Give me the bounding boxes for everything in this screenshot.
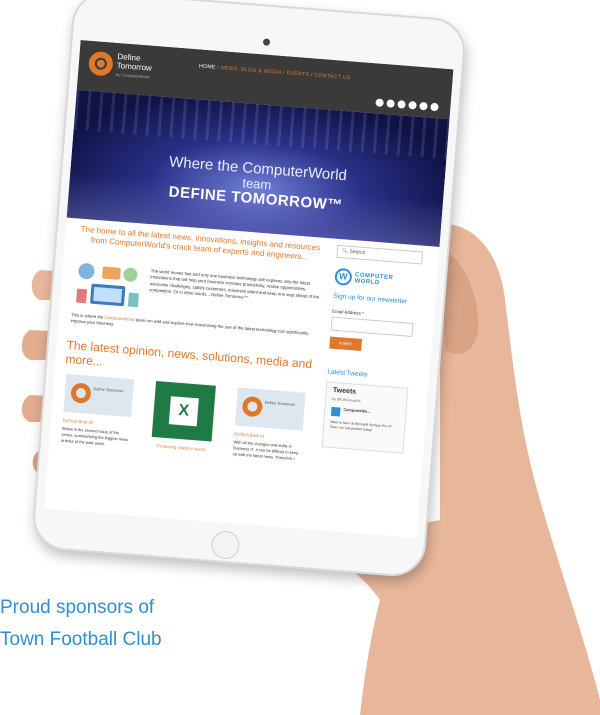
newsletter-heading: Sign up for our newsletter <box>333 292 408 306</box>
excel-icon: X <box>168 396 199 427</box>
sponsor-caption: Proud sponsors of Town Football Club <box>0 592 162 656</box>
logo-line2: Tomorrow <box>116 60 153 73</box>
social-icon[interactable] <box>419 101 428 111</box>
article-card[interactable]: Define Tomorrow DoTech Brief #1 With all… <box>232 387 306 462</box>
article-card[interactable]: Define Tomorrow DoTech Brief #2 Below is… <box>60 373 135 449</box>
search-input[interactable]: 🔍︎ Search <box>336 244 424 265</box>
submit-button[interactable]: SUBMIT <box>329 336 363 351</box>
search-icon: 🔍︎ <box>341 248 349 255</box>
caption-line1: Proud sponsors of <box>0 597 155 618</box>
twitter-widget[interactable]: Tweets by @CWGroupUK ComputerWo... Want … <box>321 380 409 454</box>
define-tomorrow-logo-icon[interactable] <box>87 50 114 77</box>
social-icon[interactable] <box>375 98 384 107</box>
caption-line2: Town Football Club <box>0 629 162 650</box>
article-card[interactable]: X Producing charts in excel <box>147 381 220 453</box>
social-icon[interactable] <box>386 99 395 108</box>
define-tomorrow-badge-icon <box>70 382 92 404</box>
tweets-title: Tweets <box>332 386 357 396</box>
logo-subtitle: by ComputerWorld <box>115 71 150 80</box>
tech-illustration-icon <box>76 263 139 308</box>
site-logo-text[interactable]: Define Tomorrow <box>116 52 152 73</box>
search-placeholder: Search <box>349 248 366 257</box>
computerworld-logo-icon: W <box>334 267 353 287</box>
card-title[interactable]: Producing charts in excel <box>147 443 215 453</box>
computerworld-logo-text: COMPUTER WORLD <box>354 272 393 287</box>
tablet-device: Define Tomorrow by ComputerWorld HOME / … <box>30 0 468 579</box>
social-icons <box>375 98 439 112</box>
computerworld-logo[interactable]: W COMPUTER WORLD <box>334 267 427 292</box>
sidebar: 🔍︎ Search W COMPUTER WORLD Sign up for o… <box>321 244 429 454</box>
tweet-text: Want to learn & Microsoft Surface Pro 4?… <box>329 419 392 432</box>
nav-other-links[interactable]: / NEWS, BLOG & MEDIA / EVENTS / CONTACT … <box>215 65 351 81</box>
card-thumbnail[interactable]: Define Tomorrow <box>234 387 306 431</box>
email-field[interactable] <box>330 316 414 337</box>
thumb-text: Define Tomorrow <box>93 386 124 394</box>
social-icon[interactable] <box>408 100 417 110</box>
nav-home-link[interactable]: HOME <box>199 63 216 70</box>
tablet-screen: Define Tomorrow by ComputerWorld HOME / … <box>43 40 454 538</box>
tweets-heading: Latest Tweets <box>327 367 368 379</box>
thumb-text: Define Tomorrow <box>264 399 296 407</box>
card-body: With all the changes and shifts in Busin… <box>232 439 299 461</box>
social-icon[interactable] <box>430 102 439 112</box>
intro-paragraph-2: This is where the ComputerWorld team run… <box>70 312 320 344</box>
excel-thumbnail[interactable]: X <box>151 381 216 442</box>
tweet-author[interactable]: ComputerWo... <box>343 407 370 413</box>
card-thumbnail[interactable]: Define Tomorrow <box>63 373 135 418</box>
avatar <box>330 406 341 417</box>
intro-paragraph-1: The world moves fast and only one busine… <box>149 268 320 301</box>
define-tomorrow-badge-icon <box>241 395 264 418</box>
main-nav: HOME / NEWS, BLOG & MEDIA / EVENTS / CON… <box>199 63 351 81</box>
card-body: Below is the second issue of the series,… <box>60 425 129 446</box>
social-icon[interactable] <box>397 100 406 109</box>
tweets-handle[interactable]: by @CWGroupUK <box>332 396 361 402</box>
